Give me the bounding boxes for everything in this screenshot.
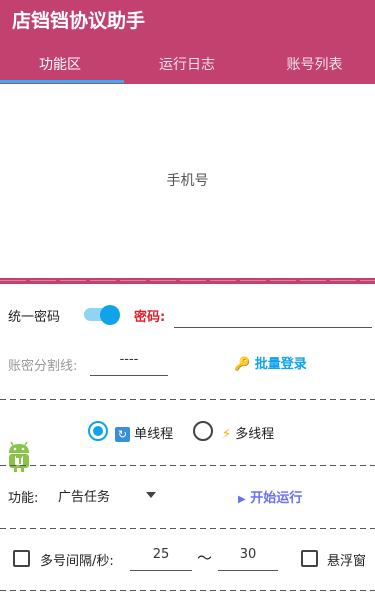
toggle-knob	[100, 305, 120, 325]
phone-number-panel[interactable]: 手机号	[0, 84, 375, 278]
app-title: 店铛铛协议助手	[12, 10, 146, 32]
separator-input[interactable]: ----	[90, 352, 168, 367]
password-label: 密码:	[134, 310, 166, 325]
function-label: 功能:	[8, 491, 39, 506]
unified-password-toggle[interactable]	[84, 305, 120, 325]
section-divider	[0, 465, 375, 466]
chevron-down-icon[interactable]	[146, 492, 156, 498]
section-divider	[0, 528, 375, 529]
interval-min-underline	[130, 570, 192, 571]
panel-divider[interactable]	[0, 278, 375, 284]
single-thread-radio[interactable]	[88, 421, 108, 441]
separator-input-underline	[90, 375, 168, 376]
section-divider	[0, 590, 375, 591]
floating-window-checkbox[interactable]	[301, 550, 318, 567]
unified-password-label: 统一密码	[8, 310, 61, 325]
single-thread-option[interactable]: ↻ 单线程	[115, 423, 173, 442]
lightning-icon: ⚡	[222, 427, 232, 442]
separator-label: 账密分割线:	[8, 359, 78, 374]
section-divider	[0, 399, 375, 400]
multi-thread-radio[interactable]	[193, 421, 213, 441]
cycle-icon: ↻	[115, 427, 130, 442]
active-tab-indicator	[0, 80, 124, 83]
multi-account-interval-checkbox[interactable]	[13, 550, 30, 567]
phone-number-placeholder: 手机号	[166, 173, 209, 189]
multi-thread-option[interactable]: ⚡ 多线程	[222, 423, 274, 442]
batch-login-button[interactable]: 🔑 批量登录	[234, 353, 307, 372]
android-float-icon[interactable]	[6, 441, 32, 473]
interval-max-input[interactable]: 30	[218, 547, 278, 562]
play-icon: ▶	[238, 494, 246, 505]
single-thread-label: 单线程	[134, 427, 174, 442]
key-icon: 🔑	[234, 357, 251, 372]
batch-login-label: 批量登录	[254, 357, 307, 372]
password-input-underline	[174, 327, 372, 328]
start-run-button[interactable]: ▶ 开始运行	[238, 487, 302, 506]
multi-thread-label: 多线程	[235, 427, 275, 442]
app-bar: 店铛铛协议助手 功能区 运行日志 账号列表	[0, 0, 375, 84]
tab-run-log[interactable]: 运行日志	[127, 54, 247, 84]
interval-min-input[interactable]: 25	[130, 547, 192, 562]
start-run-label: 开始运行	[250, 491, 303, 506]
interval-max-underline	[218, 570, 278, 571]
interval-label: 多号间隔/秒:	[40, 554, 114, 569]
tab-account-list[interactable]: 账号列表	[254, 54, 375, 84]
function-select-value: 广告任务	[58, 490, 111, 505]
floating-window-label: 悬浮窗	[327, 554, 367, 569]
range-tilde: ～	[197, 549, 213, 567]
